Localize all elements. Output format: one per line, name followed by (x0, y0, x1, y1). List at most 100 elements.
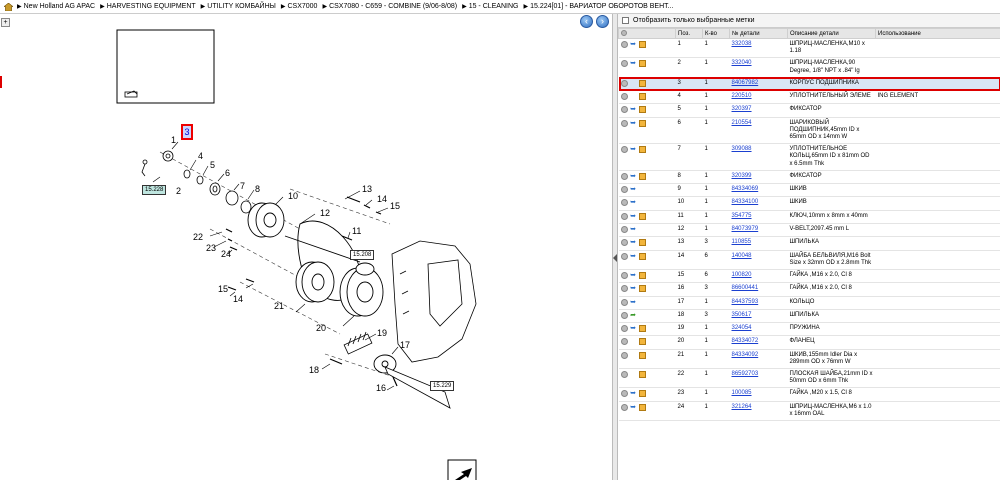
info-icon[interactable] (620, 226, 628, 233)
part-number-link[interactable]: 332038 (732, 41, 752, 47)
replace-arrow-icon[interactable]: ➥ (630, 253, 637, 260)
package-icon[interactable] (638, 338, 646, 346)
table-row[interactable]: ➥ 19 1 324054 ПРУЖИНА (618, 322, 1000, 337)
diagram-part-number[interactable]: 17 (400, 340, 410, 350)
ref-15-229[interactable]: 15.229 (430, 381, 455, 391)
info-icon[interactable] (620, 60, 628, 68)
package-icon[interactable] (638, 325, 646, 333)
diagram-part-number[interactable]: 18 (309, 365, 319, 375)
table-row[interactable]: ➥ 13 3 110855 ШПИЛЬКА (618, 236, 1000, 251)
header-description[interactable]: Описание детали (787, 28, 876, 39)
replace-arrow-icon[interactable]: ➥ (630, 272, 637, 279)
info-icon[interactable] (620, 311, 628, 319)
package-icon[interactable] (638, 79, 646, 87)
table-row[interactable]: 3 1 84067982 КОРПУС ПОДШИПНИКА (618, 77, 1000, 92)
info-icon[interactable] (620, 390, 628, 398)
info-icon[interactable] (620, 239, 628, 247)
diagram-part-number[interactable]: 5 (210, 160, 215, 170)
replace-arrow-icon[interactable]: ➥ (630, 390, 637, 397)
replace-arrow-icon[interactable]: ➥ (630, 41, 637, 48)
ref-15-228[interactable]: 15.228 (142, 185, 167, 195)
part-number-link[interactable]: 350617 (732, 312, 752, 318)
green-arrow-icon[interactable]: ➦ (630, 312, 637, 319)
info-icon[interactable] (620, 172, 628, 180)
package-icon[interactable] (638, 403, 646, 411)
replace-arrow-icon[interactable]: ➥ (630, 239, 637, 246)
ref-15-208[interactable]: 15.208 (350, 250, 375, 260)
table-row[interactable]: ➥ 10 1 84334100 ШКИВ (618, 196, 1000, 211)
diagram-part-number[interactable]: 7 (240, 181, 245, 191)
part-number-link[interactable]: 86600441 (732, 285, 759, 291)
part-number-link[interactable]: 84334100 (732, 199, 759, 205)
table-row[interactable]: 21 1 84334092 ШКИВ,155mm Idler Dia x 289mm … (618, 349, 1000, 370)
part-number-link[interactable]: 332040 (732, 60, 752, 66)
package-icon[interactable] (638, 119, 646, 127)
info-icon[interactable] (620, 106, 628, 114)
part-number-link[interactable]: 210554 (732, 120, 752, 126)
breadcrumb-item[interactable]: ▶ CSX7000 (281, 3, 318, 10)
part-number-link[interactable]: 84334092 (732, 352, 759, 358)
diagram-part-number[interactable]: 8 (255, 184, 260, 194)
header-part-no[interactable]: № детали (729, 28, 788, 39)
part-number-link[interactable]: 110855 (732, 239, 752, 245)
part-number-link[interactable]: 324054 (732, 325, 752, 331)
diagram-part-number[interactable]: 2 (176, 186, 181, 196)
info-icon[interactable] (620, 186, 628, 194)
table-row[interactable]: ➥ 16 3 86600441 ГАЙКА ,M16 x 2.0, Cl 8 (618, 282, 1000, 297)
table-row[interactable]: ➥ 6 1 210554 ШАРИКОВЫЙ ПОДШИПНИК,45mm ID x 6… (618, 117, 1000, 145)
part-number-link[interactable]: 140048 (732, 253, 752, 259)
breadcrumb-item[interactable]: ▶ CSX7080 - C659 - COMBINE (9/06-8/08) (322, 3, 457, 10)
part-number-link[interactable]: 84067982 (732, 80, 759, 86)
package-icon[interactable] (638, 93, 646, 101)
table-row[interactable]: ➥ 23 1 100085 ГАЙКА ,M20 x 1.5, Cl 8 (618, 387, 1000, 402)
table-row[interactable]: ➥ 2 1 332040 ШПРИЦ-МАСЛЕНКА,90 Degree, 1/8" … (618, 57, 1000, 78)
header-qty[interactable]: К-во (702, 28, 730, 39)
table-row[interactable]: ➥ 9 1 84334069 ШКИВ (618, 183, 1000, 198)
info-icon[interactable] (620, 212, 628, 220)
part-number-link[interactable]: 320399 (732, 173, 752, 179)
diagram-part-number[interactable]: 23 (206, 243, 216, 253)
info-icon[interactable] (620, 252, 628, 260)
replace-arrow-icon[interactable]: ➥ (630, 325, 637, 332)
collapse-arrow-icon[interactable] (613, 254, 617, 262)
part-number-link[interactable]: 84073979 (732, 226, 759, 232)
table-row[interactable]: ➥ 12 1 84073979 V-BELT,2097.45 mm L (618, 223, 1000, 238)
table-row[interactable]: 4 1 220510 УПЛОТНИТЕЛЬНЫЙ ЭЛЕМЕ ING ELEMENT (618, 90, 1000, 105)
package-icon[interactable] (638, 351, 646, 359)
info-icon[interactable] (620, 403, 628, 411)
package-icon[interactable] (638, 106, 646, 114)
selected-callout[interactable]: 3 (181, 124, 193, 140)
diagram-part-number[interactable]: 16 (376, 383, 386, 393)
part-number-link[interactable]: 100820 (732, 272, 752, 278)
package-icon[interactable] (638, 271, 646, 279)
table-row[interactable]: 22 1 86592703 ПЛОСКАЯ ШАЙБА,21mm ID x 50mm … (618, 368, 1000, 389)
package-icon[interactable] (638, 285, 646, 293)
breadcrumb-item[interactable]: ▶ HARVESTING EQUIPMENT (100, 3, 196, 10)
diagram-part-number[interactable]: 4 (198, 151, 203, 161)
table-row[interactable]: ➥ 17 1 84437593 КОЛЬЦО (618, 296, 1000, 310)
diagram-part-number[interactable]: 1 (171, 135, 176, 145)
package-icon[interactable] (638, 60, 646, 68)
diagram-part-number[interactable]: 22 (193, 232, 203, 242)
replace-arrow-icon[interactable]: ➥ (630, 60, 637, 67)
table-row[interactable]: ➥ 24 1 321264 ШПРИЦ-МАСЛЕНКА,M6 x 1.0 x 16mm… (618, 401, 1000, 422)
replace-arrow-icon[interactable]: ➥ (630, 120, 637, 127)
breadcrumb-item[interactable]: ▶ UTILITY КОМБАЙНЫ (201, 3, 276, 10)
info-icon[interactable] (620, 79, 628, 87)
info-icon[interactable] (620, 325, 628, 333)
package-icon[interactable] (638, 239, 646, 247)
package-icon[interactable] (638, 41, 646, 48)
info-icon[interactable] (620, 199, 628, 207)
diagram-part-number[interactable]: 11 (352, 226, 361, 236)
table-row[interactable]: ➥ 11 1 354775 КЛЮЧ,10mm x 8mm x 40mm (618, 210, 1000, 225)
info-icon[interactable] (620, 93, 628, 101)
breadcrumb-item[interactable]: ▶ New Holland AG APAC (17, 3, 95, 10)
table-row[interactable]: ➥ 5 1 320397 ФИКСАТОР (618, 103, 1000, 118)
show-selected-checkbox[interactable] (622, 17, 629, 24)
exit-arrow-icon[interactable] (447, 459, 477, 480)
diagram-part-number[interactable]: 10 (288, 191, 298, 201)
header-pos[interactable]: Поз. (675, 28, 703, 39)
diagram-part-number[interactable]: 13 (362, 184, 372, 194)
part-number-link[interactable]: 220510 (732, 93, 752, 99)
part-number-link[interactable]: 84334072 (732, 338, 759, 344)
